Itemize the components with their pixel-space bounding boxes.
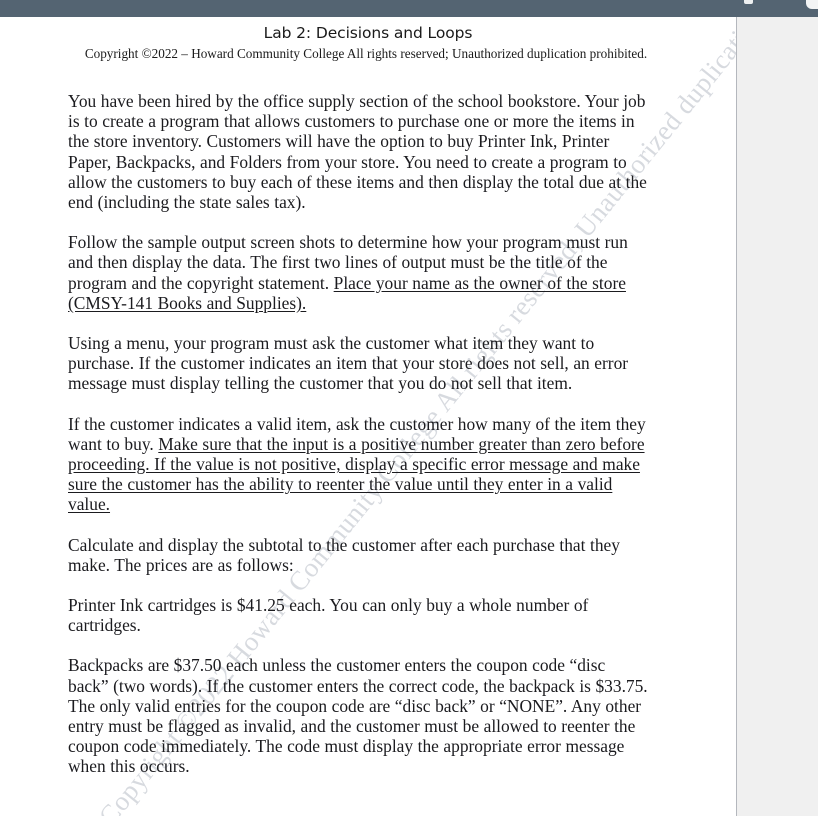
- application-viewport: Copyright ©2022 Howard Community College…: [0, 0, 818, 816]
- text-run: Printer Ink cartridges is $41.25 each. Y…: [68, 595, 589, 636]
- paragraph-menu: Using a menu, your program must ask the …: [68, 333, 650, 394]
- paragraph-subtotal: Calculate and display the subtotal to th…: [68, 535, 650, 575]
- paragraph-sample-output: Follow the sample output screen shots to…: [68, 232, 650, 313]
- application-title-bar: [0, 0, 818, 17]
- document-page: Copyright ©2022 Howard Community College…: [0, 17, 737, 816]
- page-title: Lab 2: Decisions and Loops: [263, 24, 473, 42]
- text-run: Using a menu, your program must ask the …: [68, 333, 629, 394]
- titlebar-indicator-icon: [744, 0, 753, 4]
- copyright-line: Copyright ©2022 – Howard Community Colle…: [84, 46, 648, 61]
- paragraph-backpacks: Backpacks are $37.50 each unless the cus…: [68, 655, 650, 776]
- titlebar-corner-icon: [806, 0, 818, 9]
- text-run: You have been hired by the office supply…: [68, 91, 647, 213]
- document-header: Lab 2: Decisions and Loops Copyright ©20…: [0, 23, 736, 63]
- paragraph-printer-ink: Printer Ink cartridges is $41.25 each. Y…: [68, 595, 650, 635]
- paragraph-intro: You have been hired by the office supply…: [68, 91, 650, 212]
- paragraph-validation: If the customer indicates a valid item, …: [68, 414, 650, 515]
- document-body: You have been hired by the office supply…: [68, 91, 650, 777]
- text-run: Calculate and display the subtotal to th…: [68, 534, 620, 575]
- text-run: Backpacks are $37.50 each unless the cus…: [68, 655, 648, 777]
